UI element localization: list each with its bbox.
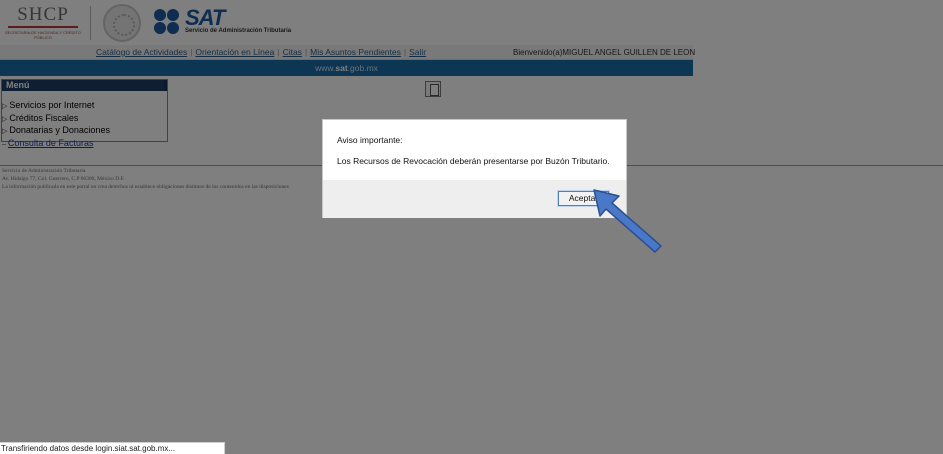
pointer-arrow-shape xyxy=(593,189,662,253)
dialog-message: Los Recursos de Revocación deberán prese… xyxy=(337,156,610,166)
pointer-arrow-icon xyxy=(593,189,662,253)
dialog-body: Aviso importante: Los Recursos de Revoca… xyxy=(323,120,626,180)
notice-dialog: Aviso importante: Los Recursos de Revoca… xyxy=(322,119,627,218)
dialog-footer: Aceptar xyxy=(323,180,626,218)
browser-status-bar: Transfiriendo datos desde login.siat.sat… xyxy=(0,442,225,454)
dialog-title: Aviso importante: xyxy=(337,135,403,145)
modal-overlay xyxy=(0,0,943,454)
